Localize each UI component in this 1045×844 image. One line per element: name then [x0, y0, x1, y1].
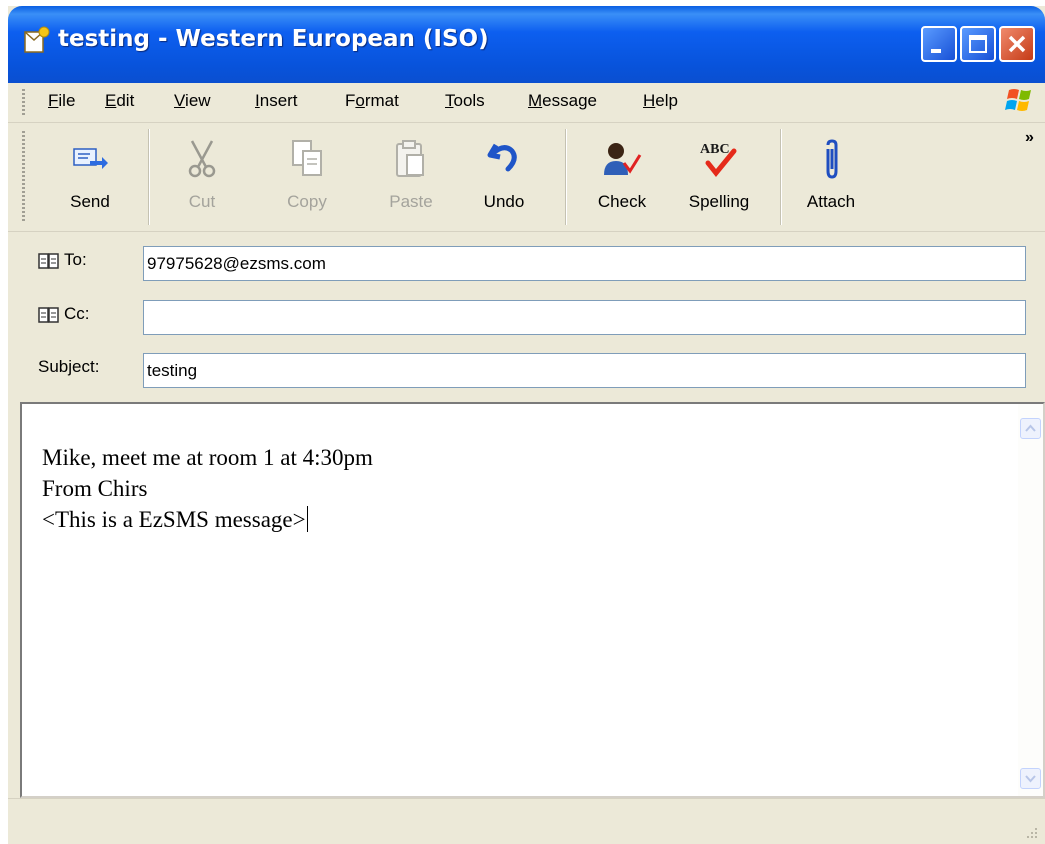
copy-button[interactable]: Copy — [274, 123, 340, 231]
scroll-up-button[interactable] — [1020, 418, 1041, 439]
windows-logo-icon — [1005, 89, 1031, 111]
toolbar: Send Cut Copy Paste Undo Check ABC Spell… — [8, 123, 1045, 231]
toolbar-separator — [565, 129, 567, 225]
to-label-text: To: — [64, 250, 87, 269]
cc-label[interactable]: Cc: — [38, 304, 90, 324]
to-label[interactable]: To: — [38, 250, 87, 270]
menu-edit[interactable]: Edit — [105, 91, 134, 111]
check-button[interactable]: Check — [586, 123, 658, 231]
message-line: From Chirs — [42, 476, 148, 501]
copy-icon — [292, 140, 322, 176]
cc-label-text: Cc: — [64, 304, 90, 323]
address-book-icon — [38, 252, 59, 269]
toolbar-grip[interactable] — [22, 131, 25, 223]
toolbar-separator — [148, 129, 150, 225]
menu-tools[interactable]: Tools — [445, 91, 485, 111]
close-icon — [1008, 35, 1026, 53]
message-line: <This is a EzSMS message> — [42, 507, 306, 532]
title-bar[interactable]: testing - Western European (ISO) — [8, 6, 1045, 83]
menu-bar: File Edit View Insert Format Tools Messa… — [8, 83, 1045, 123]
status-bar — [8, 798, 1045, 844]
message-text[interactable]: Mike, meet me at room 1 at 4:30pm From C… — [42, 442, 373, 535]
scroll-down-button[interactable] — [1020, 768, 1041, 789]
chevron-down-icon — [1025, 775, 1036, 783]
minimize-icon — [931, 49, 941, 53]
toolbar-overflow-chevron[interactable]: » — [1025, 129, 1034, 147]
maximize-button[interactable] — [960, 26, 996, 62]
new-mail-icon — [24, 26, 50, 53]
menu-file[interactable]: File — [48, 91, 75, 111]
attach-button[interactable]: Attach — [798, 123, 864, 231]
undo-label: Undo — [483, 192, 525, 211]
close-button[interactable] — [999, 26, 1035, 62]
menu-format[interactable]: Format — [345, 91, 399, 111]
scissors-icon — [188, 140, 216, 178]
text-caret — [306, 506, 308, 532]
send-button[interactable]: Send — [58, 123, 122, 231]
cc-field[interactable] — [143, 300, 1026, 335]
undo-icon — [487, 143, 517, 172]
spelling-icon: ABC — [700, 142, 737, 177]
paperclip-icon — [826, 139, 838, 179]
chevron-up-icon — [1025, 424, 1036, 432]
subject-field[interactable]: testing — [143, 353, 1026, 388]
toolbar-separator — [780, 129, 782, 225]
minimize-button[interactable] — [921, 26, 957, 62]
vertical-scrollbar[interactable] — [1018, 404, 1043, 796]
message-body[interactable]: Mike, meet me at room 1 at 4:30pm From C… — [20, 402, 1045, 798]
window-title: testing - Western European (ISO) — [58, 26, 489, 52]
send-icon — [73, 148, 108, 169]
check-label: Check — [597, 192, 647, 211]
undo-button[interactable]: Undo — [474, 123, 534, 231]
menu-insert[interactable]: Insert — [255, 91, 298, 111]
resize-grip-icon[interactable] — [1023, 824, 1039, 840]
menu-message[interactable]: Message — [528, 91, 597, 111]
paste-label: Paste — [389, 192, 433, 211]
cut-label: Cut — [188, 192, 216, 211]
send-label: Send — [70, 192, 110, 211]
compose-window: testing - Western European (ISO) File Ed… — [8, 6, 1045, 844]
paste-button[interactable]: Paste — [376, 123, 446, 231]
spelling-button[interactable]: ABC Spelling — [678, 123, 760, 231]
menu-help[interactable]: Help — [643, 91, 678, 111]
paste-icon — [396, 140, 424, 177]
copy-label: Copy — [287, 192, 327, 211]
maximize-icon — [969, 35, 987, 53]
svg-text:ABC: ABC — [700, 142, 730, 157]
to-field[interactable]: 97975628@ezsms.com — [143, 246, 1026, 281]
message-header: To: 97975628@ezsms.com Cc: Subject: test… — [8, 231, 1045, 402]
cut-button[interactable]: Cut — [172, 123, 232, 231]
address-book-icon — [38, 306, 59, 323]
subject-label: Subject: — [38, 357, 100, 376]
spelling-label: Spelling — [688, 192, 750, 211]
menu-grip[interactable] — [22, 89, 25, 115]
attach-label: Attach — [806, 192, 856, 211]
menu-view[interactable]: View — [174, 91, 211, 111]
message-line: Mike, meet me at room 1 at 4:30pm — [42, 445, 373, 470]
check-names-icon — [604, 143, 642, 175]
